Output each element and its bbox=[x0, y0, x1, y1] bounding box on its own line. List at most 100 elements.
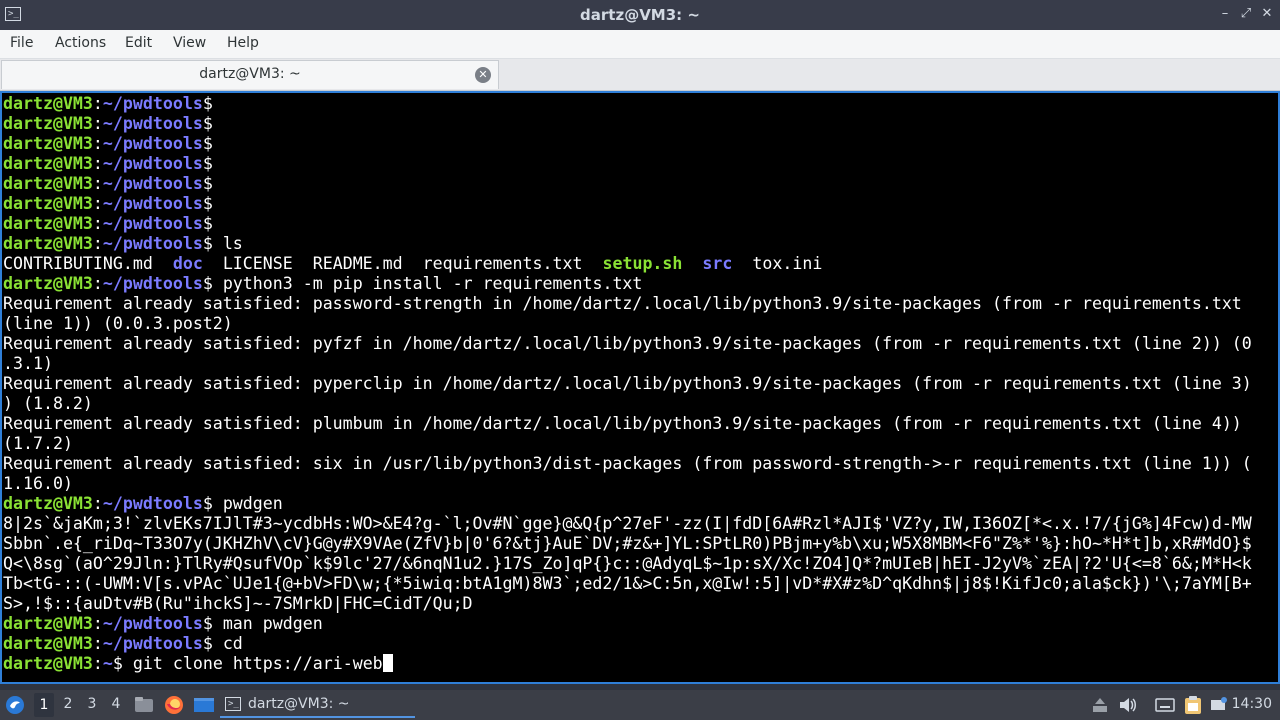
tab-close-icon[interactable]: ✕ bbox=[475, 67, 491, 83]
desktop-icon[interactable] bbox=[193, 696, 215, 714]
output-text: Requirement already satisfied: pyfzf in … bbox=[3, 334, 1252, 353]
prompt-user: dartz@VM3 bbox=[3, 174, 93, 193]
terminal-line: Requirement already satisfied: plumbum i… bbox=[3, 414, 1265, 434]
network-icon[interactable] bbox=[1210, 696, 1228, 714]
prompt-separator: : bbox=[92, 274, 103, 293]
minimize-button[interactable]: – bbox=[1216, 5, 1234, 23]
prompt-user: dartz@VM3 bbox=[3, 614, 93, 633]
prompt-symbol: $ bbox=[202, 494, 213, 513]
keyboard-icon[interactable] bbox=[1155, 696, 1175, 714]
prompt-user: dartz@VM3 bbox=[3, 154, 93, 173]
menu-edit[interactable]: Edit bbox=[125, 35, 152, 51]
prompt-user: dartz@VM3 bbox=[3, 134, 93, 153]
output-text: S>,!$::{auDtv#B(Ru"ihckS]~-7SMrkD|FHC=Ci… bbox=[3, 594, 473, 613]
workspace-1[interactable]: 1 bbox=[34, 693, 54, 717]
workspace-3[interactable]: 3 bbox=[82, 696, 102, 712]
prompt-user: dartz@VM3 bbox=[3, 274, 93, 293]
terminal-line: dartz@VM3:~/pwdtools$ bbox=[3, 134, 1265, 154]
ls-gap bbox=[203, 254, 223, 273]
taskbar-terminal-button[interactable]: >_ dartz@VM3: ~ bbox=[220, 692, 415, 718]
ls-gap bbox=[153, 254, 173, 273]
menu-file[interactable]: File bbox=[10, 35, 33, 51]
taskbar: 1 2 3 4 >_ dartz@VM3: ~ 14:30 bbox=[0, 690, 1280, 720]
prompt-separator: : bbox=[92, 654, 103, 673]
prompt-separator: : bbox=[92, 174, 103, 193]
ls-gap bbox=[293, 254, 313, 273]
prompt-separator: : bbox=[92, 94, 103, 113]
terminal-line: (1.7.2) bbox=[3, 434, 1265, 454]
prompt-separator: : bbox=[92, 614, 103, 633]
prompt-symbol: $ bbox=[202, 94, 213, 113]
prompt-symbol: $ bbox=[202, 274, 213, 293]
prompt-path: ~/pwdtools bbox=[102, 494, 203, 513]
prompt-symbol: $ bbox=[202, 614, 213, 633]
prompt-symbol: $ bbox=[202, 214, 213, 233]
prompt-symbol: $ bbox=[202, 634, 213, 653]
terminal-output[interactable]: dartz@VM3:~/pwdtools$ dartz@VM3:~/pwdtool… bbox=[2, 93, 1265, 683]
workspace-2[interactable]: 2 bbox=[58, 696, 78, 712]
prompt-path: ~ bbox=[102, 654, 113, 673]
prompt-user: dartz@VM3 bbox=[3, 234, 93, 253]
prompt-path: ~/pwdtools bbox=[102, 214, 203, 233]
output-text: 8|2s`&jaKm;3!`zlvEKs7IJlT#3~ycdbHs:WO>&E… bbox=[3, 514, 1252, 533]
ls-entry: requirements.txt bbox=[422, 254, 583, 273]
terminal-line: dartz@VM3:~/pwdtools$ bbox=[3, 174, 1265, 194]
ls-gap bbox=[583, 254, 603, 273]
terminal-view[interactable]: dartz@VM3:~/pwdtools$ dartz@VM3:~/pwdtool… bbox=[0, 91, 1280, 684]
menu-view[interactable]: View bbox=[173, 35, 206, 51]
output-text: .3.1) bbox=[3, 354, 53, 373]
ls-gap bbox=[682, 254, 702, 273]
prompt-user: dartz@VM3 bbox=[3, 654, 93, 673]
terminal-line: 8|2s`&jaKm;3!`zlvEKs7IJlT#3~ycdbHs:WO>&E… bbox=[3, 514, 1265, 534]
output-text: Requirement already satisfied: password-… bbox=[3, 294, 1242, 313]
output-text: Requirement already satisfied: pyperclip… bbox=[3, 374, 1252, 393]
maximize-button[interactable]: ⤢ bbox=[1237, 5, 1255, 23]
menu-help[interactable]: Help bbox=[227, 35, 259, 51]
output-text: ) (1.8.2) bbox=[3, 394, 93, 413]
command-text: pwdgen bbox=[212, 494, 283, 513]
terminal-line: CONTRIBUTING.md doc LICENSE README.md re… bbox=[3, 254, 1265, 274]
prompt-user: dartz@VM3 bbox=[3, 634, 93, 653]
ls-gap bbox=[732, 254, 752, 273]
command-text: cd bbox=[212, 634, 243, 653]
terminal-line: ) (1.8.2) bbox=[3, 394, 1265, 414]
menu-actions[interactable]: Actions bbox=[55, 35, 106, 51]
terminal-line: 1.16.0) bbox=[3, 474, 1265, 494]
output-text: Requirement already satisfied: six in /u… bbox=[3, 454, 1252, 473]
prompt-symbol: $ bbox=[202, 234, 213, 253]
file-manager-icon[interactable] bbox=[134, 696, 154, 714]
prompt-user: dartz@VM3 bbox=[3, 214, 93, 233]
volume-icon[interactable] bbox=[1118, 696, 1138, 714]
tab-label: dartz@VM3: ~ bbox=[199, 66, 301, 82]
prompt-path: ~/pwdtools bbox=[102, 154, 203, 173]
terminal-line: dartz@VM3:~/pwdtools$ python3 -m pip ins… bbox=[3, 274, 1265, 294]
output-text: (1.7.2) bbox=[3, 434, 73, 453]
prompt-separator: : bbox=[92, 194, 103, 213]
clock[interactable]: 14:30 bbox=[1232, 696, 1272, 712]
prompt-path: ~/pwdtools bbox=[102, 114, 203, 133]
ls-entry: tox.ini bbox=[752, 254, 823, 273]
close-window-button[interactable]: ✕ bbox=[1258, 5, 1276, 23]
clipboard-icon[interactable] bbox=[1182, 695, 1204, 715]
terminal-line: (line 1)) (0.0.3.post2) bbox=[3, 314, 1265, 334]
terminal-line: Requirement already satisfied: pyfzf in … bbox=[3, 334, 1265, 354]
upload-tray-icon[interactable] bbox=[1092, 696, 1108, 714]
prompt-symbol: $ bbox=[112, 654, 123, 673]
terminal-line: dartz@VM3:~/pwdtools$ pwdgen bbox=[3, 494, 1265, 514]
terminal-line: Tb<tG-::(-UWM:V[s.vPAc`UJe1{@+bV>FD\w;{*… bbox=[3, 574, 1265, 594]
output-text: Tb<tG-::(-UWM:V[s.vPAc`UJe1{@+bV>FD\w;{*… bbox=[3, 574, 1252, 593]
terminal-scrollbar[interactable] bbox=[1264, 93, 1278, 682]
ls-entry: LICENSE bbox=[222, 254, 293, 273]
ls-entry: doc bbox=[172, 254, 203, 273]
prompt-symbol: $ bbox=[202, 194, 213, 213]
prompt-symbol: $ bbox=[202, 154, 213, 173]
terminal-line: .3.1) bbox=[3, 354, 1265, 374]
tab-terminal[interactable]: dartz@VM3: ~ ✕ bbox=[1, 60, 499, 89]
app-menu-icon[interactable] bbox=[4, 694, 26, 716]
firefox-icon[interactable] bbox=[164, 695, 184, 715]
prompt-user: dartz@VM3 bbox=[3, 114, 93, 133]
window-titlebar[interactable]: >_ dartz@VM3: ~ – ⤢ ✕ bbox=[0, 0, 1280, 30]
text-cursor bbox=[382, 654, 393, 672]
terminal-line: dartz@VM3:~/pwdtools$ bbox=[3, 114, 1265, 134]
workspace-4[interactable]: 4 bbox=[106, 696, 126, 712]
